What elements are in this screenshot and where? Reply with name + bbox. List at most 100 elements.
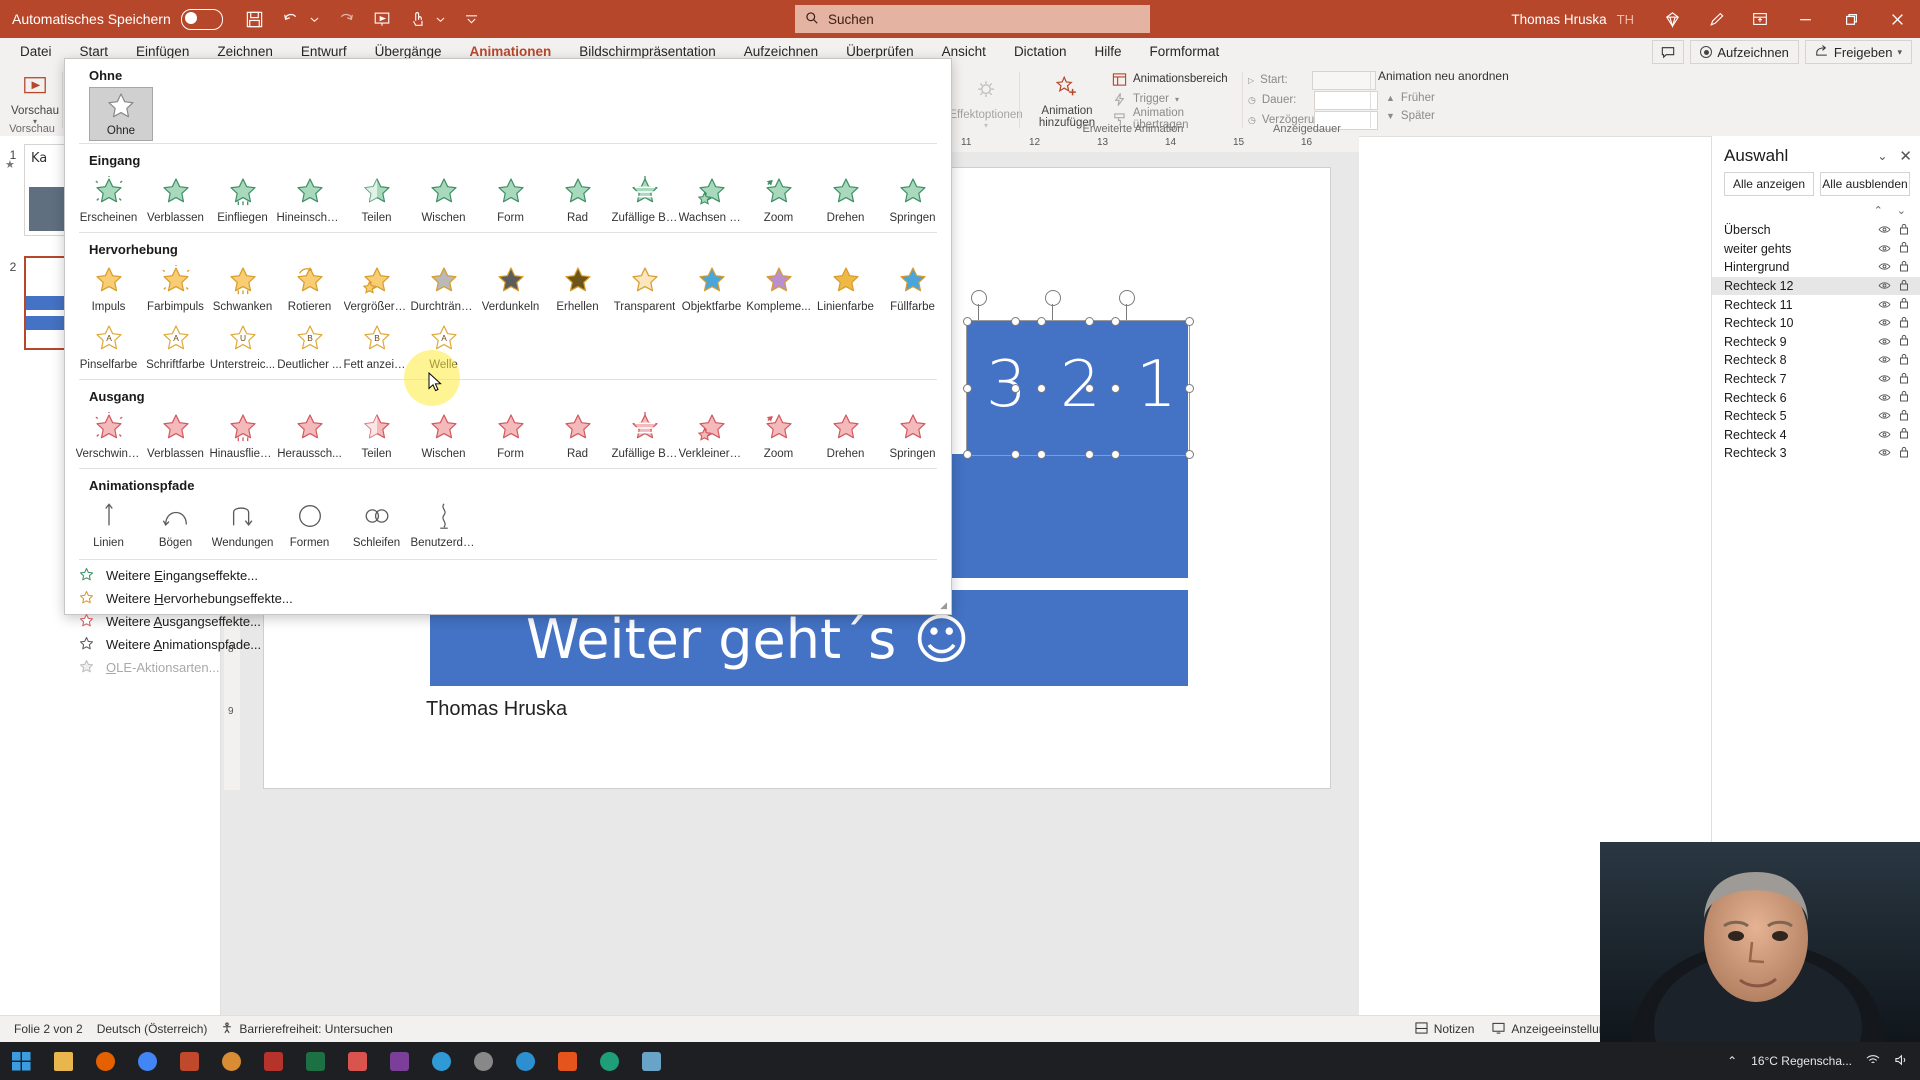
- gallery-item-schwanken[interactable]: Schwanken: [209, 261, 276, 319]
- gallery-item-transparent[interactable]: Transparent: [611, 261, 678, 319]
- photos-icon[interactable]: [630, 1042, 672, 1080]
- rotate-handle[interactable]: [971, 290, 987, 306]
- lock-icon[interactable]: [1894, 260, 1914, 275]
- gallery-item-verblassen[interactable]: Verblassen: [142, 172, 209, 230]
- gallery-item-zoom[interactable]: Zoom: [745, 408, 812, 466]
- app6-icon[interactable]: [210, 1042, 252, 1080]
- selection-pane-row[interactable]: Rechteck 6: [1712, 388, 1920, 407]
- selection-pane-row[interactable]: weiter gehts: [1712, 240, 1920, 259]
- gallery-item-verblassen[interactable]: Verblassen: [142, 408, 209, 466]
- lock-icon[interactable]: [1894, 446, 1914, 461]
- selection-pane-row[interactable]: Rechteck 7: [1712, 370, 1920, 389]
- eye-icon[interactable]: [1874, 335, 1894, 349]
- slide-info[interactable]: Folie 2 von 2: [14, 1022, 83, 1036]
- resize-handle[interactable]: [1011, 450, 1020, 459]
- show-all-button[interactable]: Alle anzeigen: [1724, 172, 1814, 196]
- settings-icon[interactable]: [462, 1042, 504, 1080]
- start-input[interactable]: [1312, 70, 1377, 90]
- selection-pane-row[interactable]: Rechteck 12: [1712, 276, 1920, 296]
- lock-icon[interactable]: [1894, 223, 1914, 238]
- selection-pane-row[interactable]: Rechteck 8: [1712, 351, 1920, 370]
- chrome-icon[interactable]: [126, 1042, 168, 1080]
- selection-pane-row[interactable]: Hintergrund: [1712, 258, 1920, 277]
- gallery-item-heraussch[interactable]: Heraussch...: [276, 408, 343, 466]
- resize-handle[interactable]: [1011, 317, 1020, 326]
- selection-pane-row[interactable]: Rechteck 11: [1712, 295, 1920, 314]
- minimize-button[interactable]: [1782, 0, 1828, 38]
- chevron-down-icon[interactable]: [310, 15, 319, 24]
- resize-handle[interactable]: [1111, 384, 1120, 393]
- gallery-item-rad[interactable]: Rad: [544, 408, 611, 466]
- start-field[interactable]: ▷ Start:: [1248, 70, 1378, 90]
- gallery-item-einfliegen[interactable]: Einfliegen: [209, 172, 276, 230]
- gallery-item-wachsen-u[interactable]: Wachsen u...: [678, 172, 745, 230]
- tab-hilfe[interactable]: Hilfe: [1080, 38, 1135, 66]
- lock-icon[interactable]: [1894, 353, 1914, 368]
- save-icon[interactable]: [245, 10, 264, 29]
- ribbon-display-icon[interactable]: [1738, 0, 1782, 38]
- gallery-item-zufällige-ba[interactable]: Zufällige Ba...: [611, 172, 678, 230]
- gallery-item-zoom[interactable]: Zoom: [745, 172, 812, 230]
- eye-icon[interactable]: [1874, 353, 1894, 367]
- user-initials-badge[interactable]: TH: [1617, 12, 1634, 27]
- chevron-down-icon[interactable]: ⌄: [1877, 149, 1887, 163]
- gallery-item-hineinschw[interactable]: Hineinschw...: [276, 172, 343, 230]
- resize-handle[interactable]: [1185, 384, 1194, 393]
- gallery-item-wischen[interactable]: Wischen: [410, 172, 477, 230]
- present-icon[interactable]: [373, 10, 391, 28]
- close-button[interactable]: [1874, 0, 1920, 38]
- gallery-item-form[interactable]: Form: [477, 408, 544, 466]
- eye-icon[interactable]: [1874, 279, 1894, 293]
- diamond-icon[interactable]: [1650, 0, 1694, 38]
- animation-pane-button[interactable]: Animationsbereich: [1112, 69, 1242, 89]
- chevron-up-icon[interactable]: ⌃: [1727, 1054, 1737, 1068]
- effect-options-button[interactable]: Effektoptionen ▾: [949, 74, 1023, 130]
- gallery-item-zufällige-ba[interactable]: Zufällige Ba...: [611, 408, 678, 466]
- move-up-icon[interactable]: ⌃: [1874, 204, 1883, 217]
- eye-icon[interactable]: [1874, 298, 1894, 312]
- gallery-item-teilen[interactable]: Teilen: [343, 408, 410, 466]
- lock-icon[interactable]: [1894, 334, 1914, 349]
- gallery-item-wendungen[interactable]: Wendungen: [209, 497, 276, 555]
- gallery-item-deutlicher[interactable]: B Deutlicher ...: [276, 319, 343, 377]
- notes-button[interactable]: Notizen: [1415, 1021, 1474, 1037]
- selection-pane-row[interactable]: Übersch: [1712, 221, 1920, 240]
- lock-icon[interactable]: [1894, 372, 1914, 387]
- gallery-item-kompleme[interactable]: Kompleme...: [745, 261, 812, 319]
- lock-icon[interactable]: [1894, 316, 1914, 331]
- user-name[interactable]: Thomas Hruska: [1511, 12, 1606, 27]
- share-button[interactable]: Freigeben ▾: [1804, 40, 1912, 64]
- gallery-item-formen[interactable]: Formen: [276, 497, 343, 555]
- eye-icon[interactable]: [1874, 223, 1894, 237]
- network-icon[interactable]: [1866, 1054, 1880, 1069]
- edge-icon[interactable]: [588, 1042, 630, 1080]
- rotate-handle[interactable]: [1045, 290, 1061, 306]
- lock-icon[interactable]: [1894, 241, 1914, 256]
- gallery-item-objektfarbe[interactable]: Objektfarbe: [678, 261, 745, 319]
- search-box[interactable]: Suchen: [795, 5, 1150, 33]
- gallery-item-schleifen[interactable]: Schleifen: [343, 497, 410, 555]
- firefox-icon[interactable]: [84, 1042, 126, 1080]
- resize-handle[interactable]: [1185, 317, 1194, 326]
- move-earlier-button[interactable]: ▲ Früher: [1386, 88, 1435, 108]
- gallery-item-verkleinern[interactable]: Verkleinern ...: [678, 408, 745, 466]
- gallery-item-verschwind[interactable]: Verschwind...: [75, 408, 142, 466]
- gallery-item-bögen[interactable]: Bögen: [142, 497, 209, 555]
- volume-icon[interactable]: [1894, 1054, 1908, 1069]
- gallery-item-vergrö-ern[interactable]: Vergrößern...: [343, 261, 410, 319]
- gallery-item-erscheinen[interactable]: Erscheinen: [75, 172, 142, 230]
- tab-dictation[interactable]: Dictation: [1000, 38, 1081, 66]
- gallery-item-teilen[interactable]: Teilen: [343, 172, 410, 230]
- preview-button[interactable]: Vorschau ▾: [4, 70, 66, 126]
- lock-icon[interactable]: [1894, 297, 1914, 312]
- gallery-more-item[interactable]: Weitere Ausgangseffekte...: [65, 610, 951, 633]
- resize-handle[interactable]: [963, 317, 972, 326]
- brave-icon[interactable]: [546, 1042, 588, 1080]
- rotate-handle[interactable]: [1119, 290, 1135, 306]
- eye-icon[interactable]: [1874, 391, 1894, 405]
- undo-icon[interactable]: [282, 10, 302, 28]
- selection-pane-list[interactable]: Übersch weiter gehts Hintergrund Rechteck 1…: [1712, 221, 1920, 463]
- gallery-more-item[interactable]: Weitere Eingangseffekte...: [65, 564, 951, 587]
- record-button[interactable]: Aufzeichnen: [1690, 40, 1799, 64]
- onenote-icon[interactable]: [378, 1042, 420, 1080]
